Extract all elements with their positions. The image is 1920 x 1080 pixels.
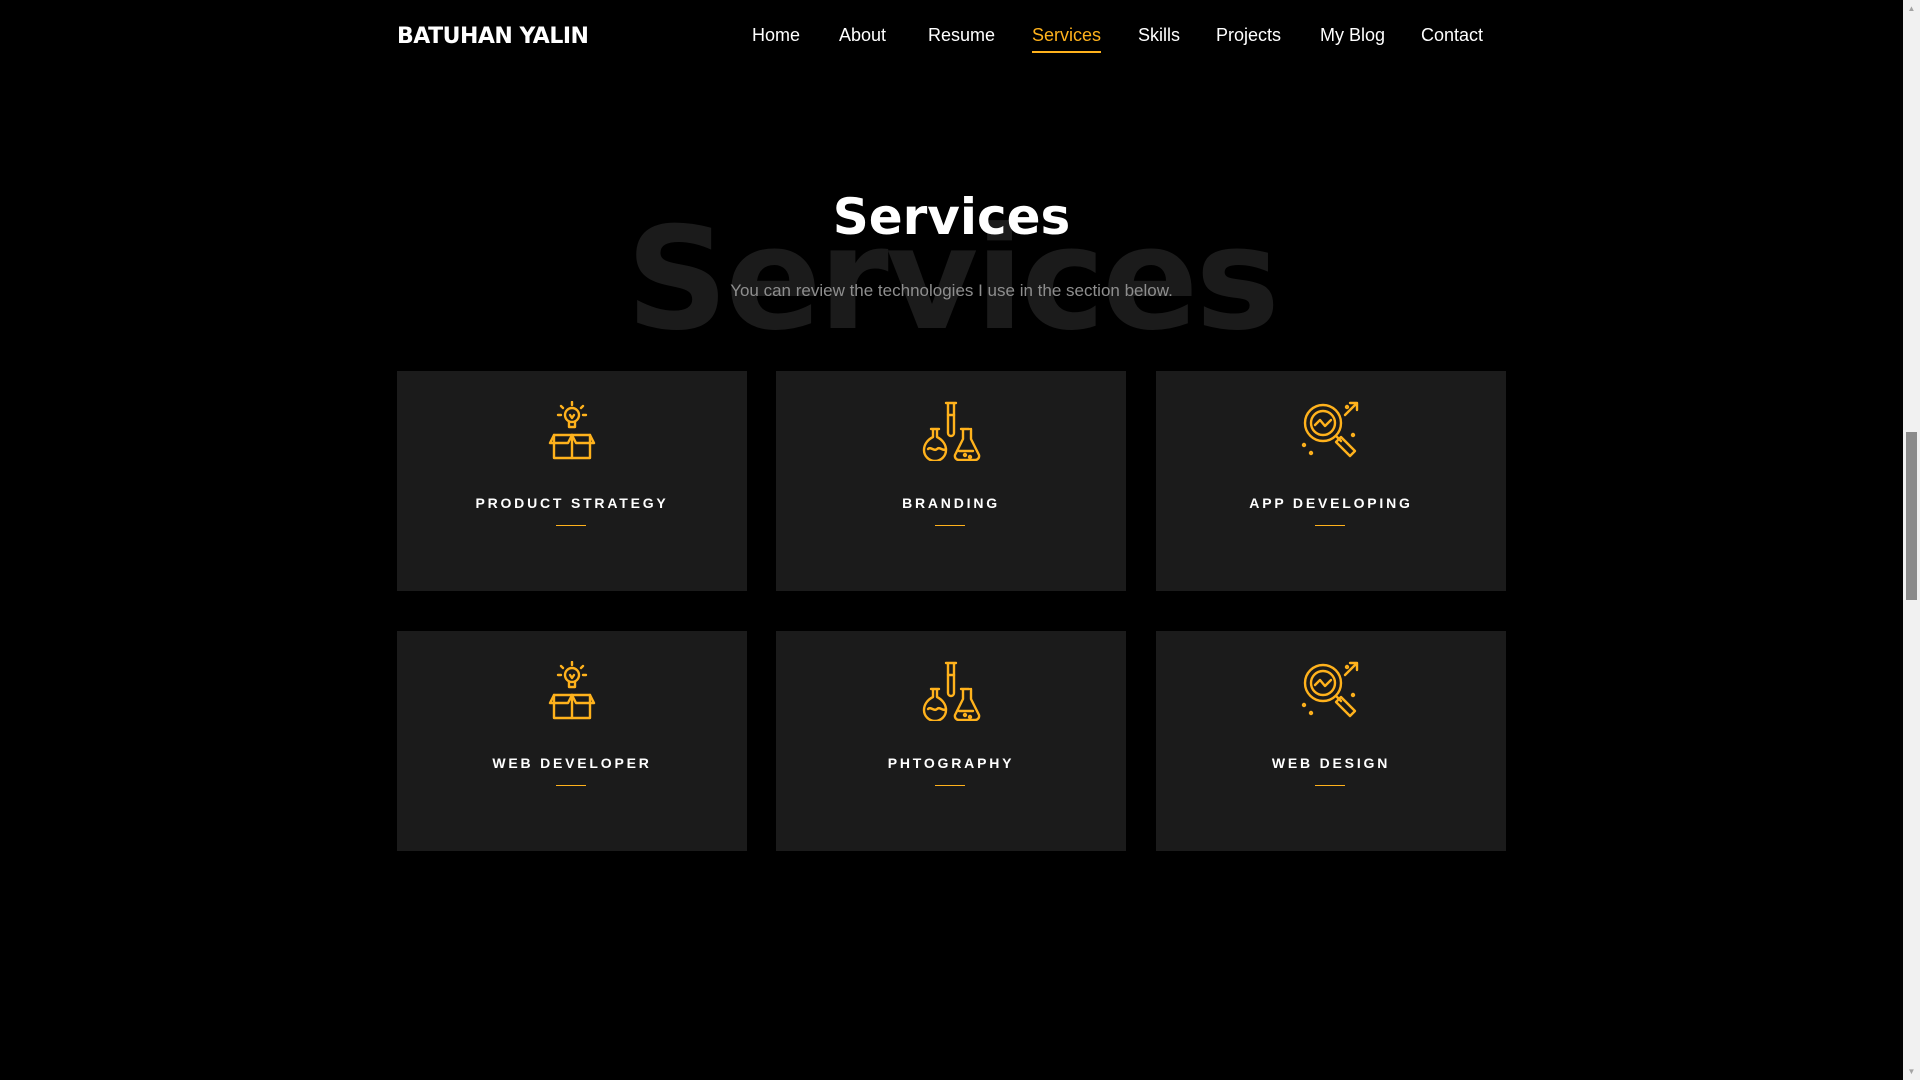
- service-title: PHTOGRAPHY: [887, 755, 1015, 771]
- section-title: Services: [832, 188, 1071, 246]
- service-title: WEB DEVELOPER: [492, 755, 652, 771]
- site-header: BATUHAN YALIN Home About Resume Services…: [0, 0, 1903, 72]
- chemistry-flasks-icon: [922, 661, 981, 721]
- page: BATUHAN YALIN Home About Resume Services…: [0, 0, 1903, 1080]
- section-subtitle: You can review the technologies I use in…: [730, 281, 1173, 300]
- chemistry-flasks-icon: [922, 401, 981, 461]
- service-title: PRODUCT STRATEGY: [475, 495, 669, 511]
- nav-my-blog[interactable]: My Blog: [1320, 22, 1385, 48]
- nav-services[interactable]: Services: [1032, 22, 1102, 53]
- service-card-web-design[interactable]: WEB DESIGN: [1156, 631, 1506, 851]
- title-underline: [935, 525, 965, 526]
- nav-contact[interactable]: Contact: [1421, 22, 1483, 48]
- title-underline: [935, 785, 965, 786]
- service-title: BRANDING: [902, 495, 1000, 511]
- nav-skills[interactable]: Skills: [1138, 22, 1180, 48]
- nav-about[interactable]: About: [839, 22, 886, 48]
- nav-projects[interactable]: Projects: [1216, 22, 1281, 48]
- lightbulb-box-icon: [548, 661, 596, 720]
- title-underline: [556, 525, 586, 526]
- scrollbar-thumb[interactable]: [1906, 432, 1917, 600]
- nav-home[interactable]: Home: [752, 22, 800, 48]
- scroll-up-arrow-icon[interactable]: ▲: [1903, 0, 1920, 17]
- title-underline: [1315, 785, 1345, 786]
- service-card-app-developing[interactable]: APP DEVELOPING: [1156, 371, 1506, 591]
- title-underline: [1315, 525, 1345, 526]
- magnifier-search-icon: [1301, 401, 1359, 458]
- scroll-down-arrow-icon[interactable]: ▼: [1903, 1063, 1920, 1080]
- nav-resume[interactable]: Resume: [928, 22, 995, 48]
- service-card-phtography[interactable]: PHTOGRAPHY: [776, 631, 1126, 851]
- lightbulb-box-icon: [548, 401, 596, 460]
- service-title: WEB DESIGN: [1271, 755, 1391, 771]
- service-card-branding[interactable]: BRANDING: [776, 371, 1126, 591]
- service-title: APP DEVELOPING: [1249, 495, 1413, 511]
- magnifier-search-icon: [1301, 661, 1359, 718]
- site-logo[interactable]: BATUHAN YALIN: [397, 24, 589, 50]
- service-card-product-strategy[interactable]: PRODUCT STRATEGY: [397, 371, 747, 591]
- title-underline: [556, 785, 586, 786]
- page-scrollbar[interactable]: ▲ ▼: [1903, 0, 1920, 1080]
- service-card-web-developer[interactable]: WEB DEVELOPER: [397, 631, 747, 851]
